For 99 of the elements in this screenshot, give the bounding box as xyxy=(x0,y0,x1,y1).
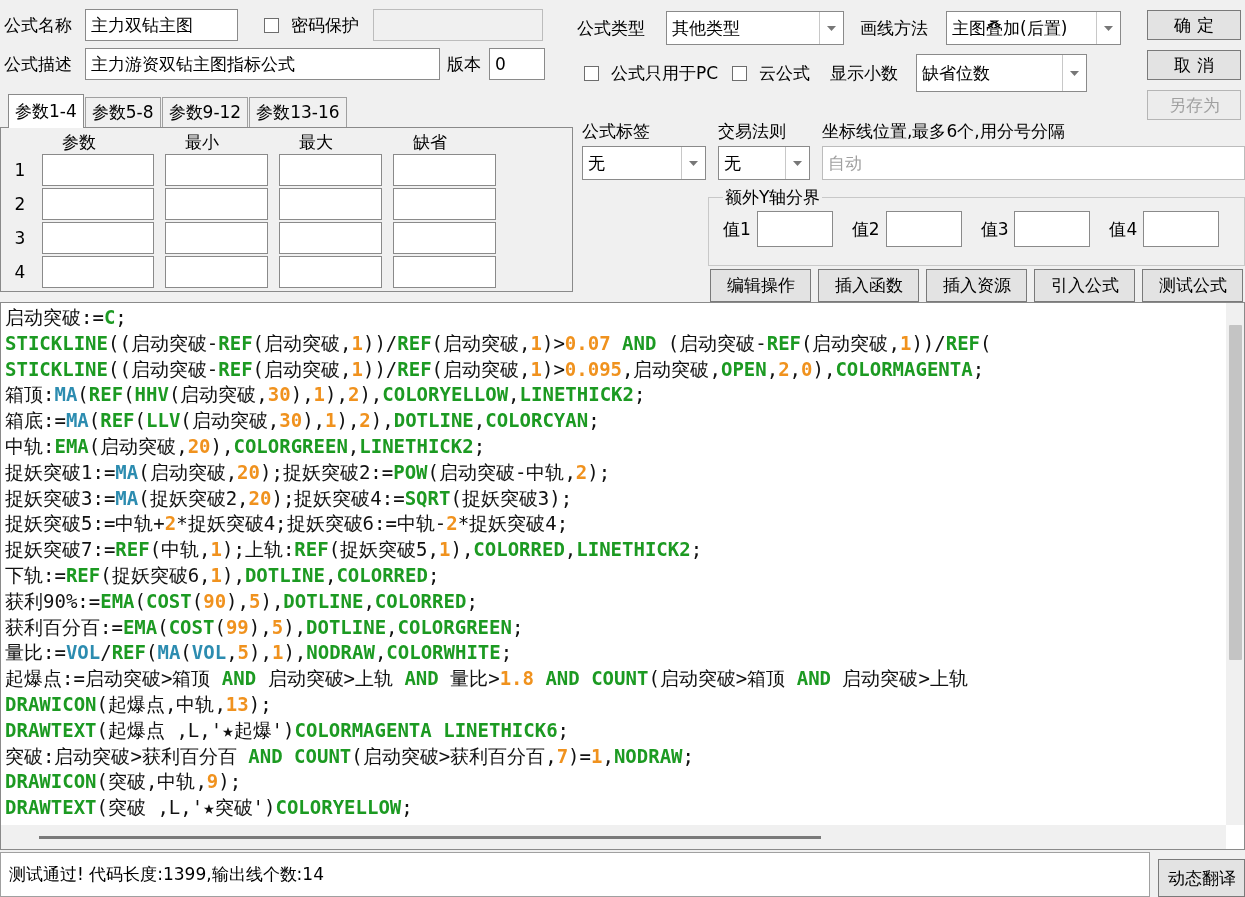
field-label: 值2 xyxy=(851,217,880,241)
code-line: 捉妖突破7:=REF(中轨,1);上轨:REF(捉妖突破5,1),COLORRED,LINETHICK2; xyxy=(5,537,703,563)
tab[interactable]: 参数5-8 xyxy=(84,97,161,127)
text-field[interactable] xyxy=(885,211,962,247)
field-label: 交易法则 xyxy=(718,120,787,143)
checkbox-label: 云公式 xyxy=(759,61,811,85)
dialog-button[interactable]: 确 定 xyxy=(1147,10,1241,40)
toolbar-button[interactable]: 插入函数 xyxy=(818,269,919,302)
code-line: 捉妖突破3:=MA(捉妖突破2,20);捉妖突破4:=SQRT(捉妖突破3); xyxy=(5,485,573,511)
code-line: 获利百分百:=EMA(COST(99),5),DOTLINE,COLORGREEN; xyxy=(5,614,524,640)
checkbox[interactable] xyxy=(584,65,599,81)
caret-icon xyxy=(689,160,698,166)
code-line: 量比:=VOL/REF(MA(VOL,5),1),NODRAW,COLORWHITE; xyxy=(5,640,513,666)
field-label: 坐标线位置,最多6个,用分号分隔 xyxy=(822,120,1066,143)
column-header: 参数 xyxy=(61,132,97,152)
checkbox-label: 密码保护 xyxy=(291,13,359,37)
scrollbar[interactable] xyxy=(1226,303,1244,826)
code-line: STICKLINE((启动突破-REF(启动突破,1))/REF(启动突破,1)>0.095,启动突破,OPEN,2,0),COLORMAGENTA; xyxy=(5,356,985,382)
code-line: 启动突破:=C; xyxy=(5,305,127,330)
field-label: 值3 xyxy=(980,217,1009,241)
dropdown[interactable]: 其他类型 xyxy=(666,11,844,45)
scrollbar[interactable] xyxy=(1,825,1226,850)
code-line: 箱顶:MA(REF(HHV(启动突破,30),1),2),COLORYELLOW,LINETHICK2; xyxy=(5,382,646,408)
translate-button[interactable]: 动态翻译 xyxy=(1158,859,1245,897)
text-field[interactable] xyxy=(165,188,268,220)
scrollbar-thumb[interactable] xyxy=(1229,325,1242,660)
field-label: 公式名称 xyxy=(4,13,72,37)
column-header: 最小 xyxy=(184,132,220,152)
code-line: 捉妖突破1:=MA(启动突破,20);捉妖突破2:=POW(启动突破-中轨,2); xyxy=(5,459,611,485)
toolbar-button[interactable]: 插入资源 xyxy=(926,269,1027,302)
row-number: 1 xyxy=(13,159,27,182)
dropdown[interactable]: 无 xyxy=(582,146,706,180)
field-label: 公式类型 xyxy=(577,16,645,40)
field-label: 公式描述 xyxy=(4,52,72,76)
text-field[interactable] xyxy=(393,188,496,220)
column-header: 最大 xyxy=(298,132,334,152)
text-field[interactable]: 主力双钻主图 xyxy=(85,9,238,41)
text-field[interactable] xyxy=(756,211,833,247)
text-field[interactable] xyxy=(393,222,496,254)
field-label: 显示小数 xyxy=(830,61,899,85)
text-field[interactable] xyxy=(393,256,496,288)
row-number: 2 xyxy=(13,193,27,216)
code-line: 箱底:=MA(REF(LLV(启动突破,30),1),2),DOTLINE,COLORCYAN; xyxy=(5,408,600,434)
text-field[interactable] xyxy=(42,256,154,288)
text-field[interactable] xyxy=(42,222,154,254)
text-field[interactable] xyxy=(279,222,382,254)
code-line: STICKLINE((启动突破-REF(启动突破,1))/REF(启动突破,1)>0.07 AND (启动突破-REF(启动突破,1))/REF( xyxy=(5,330,992,356)
text-field[interactable] xyxy=(42,154,154,186)
code-line: DRAWTEXT(起爆点 ,L,'★起爆')COLORMAGENTA LINETHICK6; xyxy=(5,717,570,743)
group-title: 额外Y轴分界 xyxy=(724,186,822,209)
field-label: 画线方法 xyxy=(860,16,928,40)
caret-icon xyxy=(1070,70,1080,76)
text-field[interactable] xyxy=(393,154,496,186)
checkbox-label: 公式只用于PC xyxy=(611,61,719,85)
column-header: 缺省 xyxy=(412,132,448,152)
code-line: 捉妖突破5:=中轨+2*捉妖突破4;捉妖突破6:=中轨-2*捉妖突破4; xyxy=(5,511,569,537)
dropdown[interactable]: 主图叠加(后置) xyxy=(946,11,1121,45)
text-field[interactable] xyxy=(279,188,382,220)
code-line: 起爆点:=启动突破>箱顶 AND 启动突破>上轨 AND 量比>1.8 AND COUNT(启动突破>箱顶 AND 启动突破>上轨 xyxy=(5,666,968,692)
code-line: 下轨:=REF(捉妖突破6,1),DOTLINE,COLORRED; xyxy=(5,562,440,588)
code-editor[interactable] xyxy=(0,302,1245,851)
tab[interactable]: 参数13-16 xyxy=(249,97,347,127)
dialog-button[interactable]: 取 消 xyxy=(1147,50,1241,80)
field-label: 公式标签 xyxy=(582,120,651,143)
code-line: DRAWTEXT(突破 ,L,'★突破')COLORYELLOW; xyxy=(5,795,413,821)
status-message: 测试通过! 代码长度:1399,输出线个数:14 xyxy=(0,852,1150,897)
checkbox[interactable] xyxy=(264,17,279,33)
toolbar-button[interactable]: 测试公式 xyxy=(1142,269,1243,302)
code-line: DRAWICON(突破,中轨,9); xyxy=(5,769,242,795)
code-line: 中轨:EMA(启动突破,20),COLORGREEN,LINETHICK2; xyxy=(5,434,486,459)
row-number: 3 xyxy=(13,227,27,250)
scrollbar-thumb[interactable] xyxy=(39,835,821,839)
text-field[interactable] xyxy=(165,222,268,254)
text-field[interactable] xyxy=(42,188,154,220)
caret-icon xyxy=(793,160,802,166)
code-line: 突破:启动突破>获利百分百 AND COUNT(启动突破>获利百分百,7)=1,NODRAW; xyxy=(5,743,694,769)
toolbar-button[interactable]: 引入公式 xyxy=(1034,269,1135,302)
text-field[interactable]: 主力游资双钻主图指标公式 xyxy=(85,48,440,80)
text-field[interactable] xyxy=(1014,211,1091,247)
text-field[interactable] xyxy=(165,256,268,288)
toolbar-button[interactable]: 编辑操作 xyxy=(710,269,811,302)
code-line: DRAWICON(起爆点,中轨,13); xyxy=(5,691,272,717)
dropdown[interactable]: 无 xyxy=(718,146,810,180)
text-field[interactable] xyxy=(1143,211,1220,247)
text-field[interactable]: 0 xyxy=(489,48,545,80)
tab[interactable]: 参数9-12 xyxy=(161,97,249,127)
field-label: 版本 xyxy=(447,52,481,76)
dropdown[interactable]: 缺省位数 xyxy=(916,54,1088,92)
code-line: 获利90%:=EMA(COST(90),5),DOTLINE,COLORRED; xyxy=(5,588,478,614)
text-field[interactable] xyxy=(279,256,382,288)
row-number: 4 xyxy=(13,261,27,284)
field-label: 值4 xyxy=(1109,217,1138,241)
field-label: 值1 xyxy=(723,217,751,241)
text-field[interactable] xyxy=(165,154,268,186)
tab[interactable]: 参数1-4 xyxy=(8,94,84,128)
checkbox[interactable] xyxy=(732,65,748,81)
text-field[interactable] xyxy=(279,154,382,186)
caret-icon xyxy=(1104,25,1113,31)
caret-icon xyxy=(827,25,836,31)
